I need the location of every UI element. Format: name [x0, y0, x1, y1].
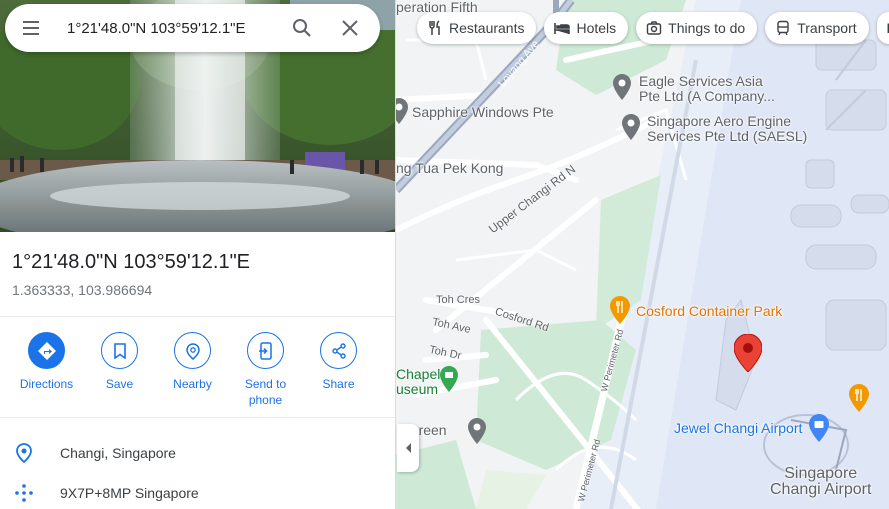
map-canvas[interactable]: peration Fifth Sapphire Windows Pte ng T… — [396, 0, 889, 509]
share-circle — [320, 332, 357, 369]
bookmark-icon — [113, 342, 126, 359]
chip-pharmacy[interactable]: P — [876, 12, 889, 44]
poi-label-saesl[interactable]: Singapore Aero Engine Services Pte Ltd (… — [647, 114, 807, 144]
nearby-button[interactable]: Nearby — [156, 332, 229, 408]
directions-icon — [37, 341, 56, 360]
category-chips: Restaurants Hotels Things to do Transpor… — [417, 12, 889, 44]
search-button[interactable] — [278, 4, 326, 52]
poi-pin-jewel[interactable] — [809, 414, 829, 447]
chip-label: Hotels — [576, 20, 617, 36]
map-label-tua-pek-kong: ng Tua Pek Kong — [396, 160, 504, 176]
search-input[interactable]: 1°21'48.0"N 103°59'12.1"E — [57, 20, 278, 37]
nearby-icon — [185, 342, 200, 360]
poi-label-eagle[interactable]: Eagle Services Asia Pte Ltd (A Company..… — [639, 74, 775, 104]
restaurant-icon — [429, 20, 440, 35]
action-label: Directions — [19, 377, 74, 391]
map-label-airport[interactable]: Singapore Changi Airport — [770, 466, 871, 498]
info-row-address[interactable]: Changi, Singapore — [0, 433, 395, 473]
chip-transport[interactable]: Transport — [765, 12, 869, 44]
nearby-circle — [174, 332, 211, 369]
poi-pin-sapphire[interactable] — [396, 98, 408, 129]
share-icon — [331, 342, 346, 359]
chevron-left-icon — [406, 443, 411, 453]
map-label-museum: useum — [396, 381, 439, 397]
directions-circle — [28, 332, 65, 369]
chip-restaurants[interactable]: Restaurants — [417, 12, 537, 44]
poi-pin-museum[interactable] — [440, 366, 458, 397]
plus-code-icon — [15, 484, 33, 502]
poi-label-jewel[interactable]: Jewel Changi Airport — [674, 421, 802, 436]
search-box[interactable]: 1°21'48.0"N 103°59'12.1"E — [5, 4, 380, 52]
clear-search-button[interactable] — [326, 4, 374, 52]
poi-label-cosford[interactable]: Cosford Container Park — [636, 304, 782, 319]
chip-hotels[interactable]: Hotels — [544, 12, 629, 44]
poi-pin-eagle[interactable] — [613, 74, 631, 105]
chip-label: Things to do — [668, 20, 746, 36]
hamburger-icon — [23, 21, 39, 35]
chip-things-to-do[interactable]: Things to do — [636, 12, 758, 44]
send-to-phone-circle — [247, 332, 284, 369]
action-label: Save — [105, 377, 134, 391]
action-label: Send to phone — [244, 377, 287, 407]
transit-icon — [777, 20, 789, 36]
chip-label: Transport — [797, 20, 857, 36]
place-panel: 1°21'48.0"N 103°59'12.1"E 1°21'48.0"N 10… — [0, 0, 396, 509]
plus-code-text: 9X7P+8MP Singapore — [60, 485, 199, 501]
map-label-chapel: Chapel — [396, 366, 441, 382]
send-to-phone-icon — [258, 341, 272, 360]
dropped-location-pin-icon[interactable] — [733, 333, 763, 377]
save-button[interactable]: Save — [83, 332, 156, 408]
address-text: Changi, Singapore — [60, 445, 176, 461]
close-icon — [342, 20, 358, 36]
action-buttons: Directions Save Nearby Send to phone Sha… — [10, 332, 375, 408]
poi-pin-green[interactable] — [468, 418, 486, 449]
divider — [0, 316, 395, 317]
save-circle — [101, 332, 138, 369]
hotel-icon — [554, 23, 571, 34]
search-icon — [293, 19, 311, 37]
share-button[interactable]: Share — [302, 332, 375, 408]
place-title: 1°21'48.0"N 103°59'12.1"E — [12, 251, 251, 273]
menu-button[interactable] — [5, 4, 57, 52]
send-to-phone-button[interactable]: Send to phone — [229, 332, 302, 408]
poi-pin-saesl[interactable] — [622, 114, 640, 145]
map-label-sapphire: Sapphire Windows Pte — [412, 104, 554, 120]
location-pin-icon — [16, 443, 32, 463]
chip-label: Restaurants — [449, 20, 525, 36]
poi-pin-cosford[interactable] — [610, 296, 630, 329]
camera-icon — [646, 21, 662, 35]
collapse-panel-button[interactable] — [397, 424, 419, 472]
poi-pin-restaurant-airport[interactable] — [849, 384, 869, 417]
place-coordinates: 1.363333, 103.986694 — [12, 282, 153, 298]
action-label: Share — [322, 377, 355, 391]
directions-button[interactable]: Directions — [10, 332, 83, 408]
action-label: Nearby — [173, 377, 212, 391]
divider — [0, 417, 395, 418]
info-row-plus-code[interactable]: 9X7P+8MP Singapore — [0, 473, 395, 509]
road-label-toh-cres: Toh Cres — [436, 294, 481, 306]
